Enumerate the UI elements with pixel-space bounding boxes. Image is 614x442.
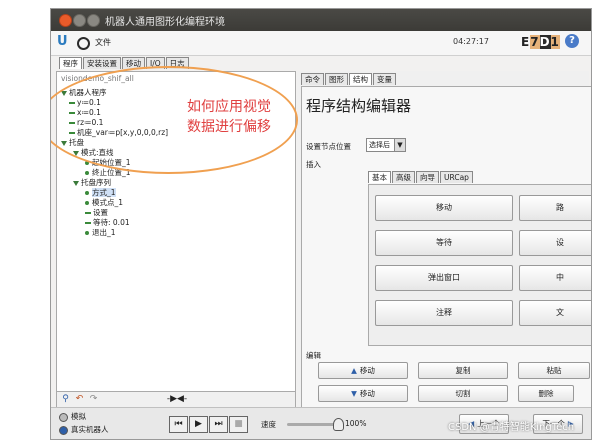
menu-bar: U 文件 04:27:17 E7D1 ?: [51, 31, 591, 56]
move-down-button[interactable]: ▼ 移动: [318, 385, 408, 402]
node-position-select[interactable]: 选择后 ▼: [366, 138, 406, 152]
insert-halt-button[interactable]: 中: [519, 265, 591, 291]
expand-icon: [73, 180, 79, 186]
edit-label: 编辑: [306, 351, 321, 360]
tab-urcap[interactable]: URCap: [440, 171, 473, 183]
title-bar: 机器人通用图形化编程环境: [51, 9, 591, 31]
insert-label: 插入: [306, 160, 321, 169]
tab-basic[interactable]: 基本: [368, 171, 391, 183]
clock: 04:27:17: [453, 37, 489, 46]
paste-button[interactable]: 粘贴: [518, 362, 590, 379]
speed-label: 速度: [261, 420, 276, 429]
assignment-icon: [85, 212, 91, 214]
undo-icon[interactable]: ↶: [73, 393, 86, 406]
tree-item-label: 方式_1: [92, 188, 116, 197]
skip-back-button[interactable]: ⏮: [169, 416, 188, 433]
tree-item[interactable]: 设置: [85, 208, 108, 217]
speed-slider-handle[interactable]: [333, 418, 344, 431]
status-code-char: 1: [550, 35, 560, 49]
power-icon[interactable]: [77, 37, 90, 50]
search-icon[interactable]: ⚲: [59, 393, 72, 406]
tree-item[interactable]: 模式点_1: [85, 198, 123, 207]
move-down-label: 移动: [359, 389, 375, 398]
insert-folder-button[interactable]: 文: [519, 300, 591, 326]
annotation-text: 如何应用视觉 数据进行偏移: [187, 97, 271, 137]
step-button[interactable]: ⏭: [209, 416, 228, 433]
tab-variables[interactable]: 变量: [373, 73, 396, 85]
insert-waypoint-button[interactable]: 路: [519, 195, 591, 221]
tree-item-label: 托盘序列: [81, 178, 111, 187]
tree-item-label: 退出_1: [92, 228, 116, 237]
file-menu[interactable]: 文件: [95, 37, 111, 48]
tab-advanced[interactable]: 高级: [392, 171, 415, 183]
insert-tabs: 基本 高级 向导 URCap: [368, 171, 474, 183]
play-button[interactable]: ▶: [189, 416, 208, 433]
waypoint-icon: [85, 231, 89, 235]
main-window: 机器人通用图形化编程环境 U 文件 04:27:17 E7D1 ? 程序 安装设置…: [50, 8, 592, 440]
set-node-label: 设置节点位置: [306, 142, 351, 151]
redo-icon[interactable]: ↷: [87, 393, 100, 406]
speed-value: 100%: [345, 419, 367, 428]
chevron-down-icon: ▼: [394, 139, 405, 151]
arrow-down-icon: ▼: [351, 389, 357, 398]
delete-button[interactable]: 删除: [518, 385, 574, 402]
watermark: CSDN @青特智能KingTech: [448, 422, 575, 433]
page-title: 程序结构编辑器: [306, 97, 412, 115]
tab-wizard[interactable]: 向导: [416, 171, 439, 183]
annotation-line: 数据进行偏移: [187, 119, 271, 135]
waypoint-icon: [85, 191, 89, 195]
arrow-up-icon: ▲: [351, 366, 357, 375]
waypoint-icon: [85, 171, 89, 175]
insert-wait-button[interactable]: 等待: [375, 230, 513, 256]
right-tabs: 命令 图形 结构 变量: [301, 73, 397, 85]
tree-item[interactable]: 退出_1: [85, 228, 116, 237]
radio-icon: [59, 412, 68, 422]
help-icon[interactable]: ?: [565, 34, 579, 48]
tree-item[interactable]: 等待: 0.01: [85, 218, 130, 227]
tab-command[interactable]: 命令: [301, 73, 324, 85]
copy-button[interactable]: 复制: [418, 362, 508, 379]
simulation-radio[interactable]: 模拟: [59, 411, 86, 422]
insert-set-button[interactable]: 设: [519, 230, 591, 256]
tree-nav-arrow[interactable]: -▶◀-: [137, 393, 217, 406]
status-code-char: E: [521, 35, 531, 49]
move-up-label: 移动: [359, 366, 375, 375]
window-title: 机器人通用图形化编程环境: [105, 17, 225, 28]
assignment-icon: [85, 222, 91, 224]
stop-button[interactable]: ■: [229, 416, 248, 433]
tree-item[interactable]: 托盘序列: [73, 178, 111, 187]
real-robot-label: 真实机器人: [71, 425, 109, 434]
waypoint-icon: [85, 201, 89, 205]
insert-comment-button[interactable]: 注释: [375, 300, 513, 326]
cut-button[interactable]: 切割: [418, 385, 508, 402]
tree-item[interactable]: 方式_1: [85, 188, 116, 197]
status-code: E7D1: [521, 35, 560, 49]
tab-installation[interactable]: 安装设置: [83, 57, 121, 69]
insert-popup-button[interactable]: 弹出窗口: [375, 265, 513, 291]
minimize-button[interactable]: [73, 14, 86, 27]
radio-icon: [59, 425, 68, 435]
tree-item-label: 模式点_1: [92, 198, 124, 207]
tab-program[interactable]: 程序: [59, 57, 82, 69]
status-code-char: 7: [530, 35, 540, 49]
move-up-button[interactable]: ▲ 移动: [318, 362, 408, 379]
ur-logo-icon: U: [57, 34, 68, 49]
tree-item-label: 等待: 0.01: [93, 218, 130, 227]
insert-move-button[interactable]: 移动: [375, 195, 513, 221]
tab-graphics[interactable]: 图形: [325, 73, 348, 85]
structure-editor: 程序结构编辑器 设置节点位置 选择后 ▼ 插入 基本 高级 向导 URCap 移动 路 …: [301, 86, 591, 408]
close-button[interactable]: [59, 14, 72, 27]
maximize-button[interactable]: [87, 14, 100, 27]
real-robot-radio[interactable]: 真实机器人: [59, 424, 109, 435]
annotation-line: 如何应用视觉: [187, 99, 271, 115]
speed-slider[interactable]: [287, 423, 337, 426]
status-code-char: D: [539, 35, 551, 49]
right-panel: 命令 图形 结构 变量 程序结构编辑器 设置节点位置 选择后 ▼ 插入 基本 高级 向导 UR…: [297, 71, 591, 408]
simulation-label: 模拟: [71, 412, 86, 421]
tab-structure[interactable]: 结构: [349, 73, 372, 85]
insert-panel: 移动 路 等待 设 弹出窗口 中 注释 文: [368, 184, 591, 346]
tree-item-label: 设置: [93, 208, 108, 217]
select-value: 选择后: [369, 141, 390, 149]
